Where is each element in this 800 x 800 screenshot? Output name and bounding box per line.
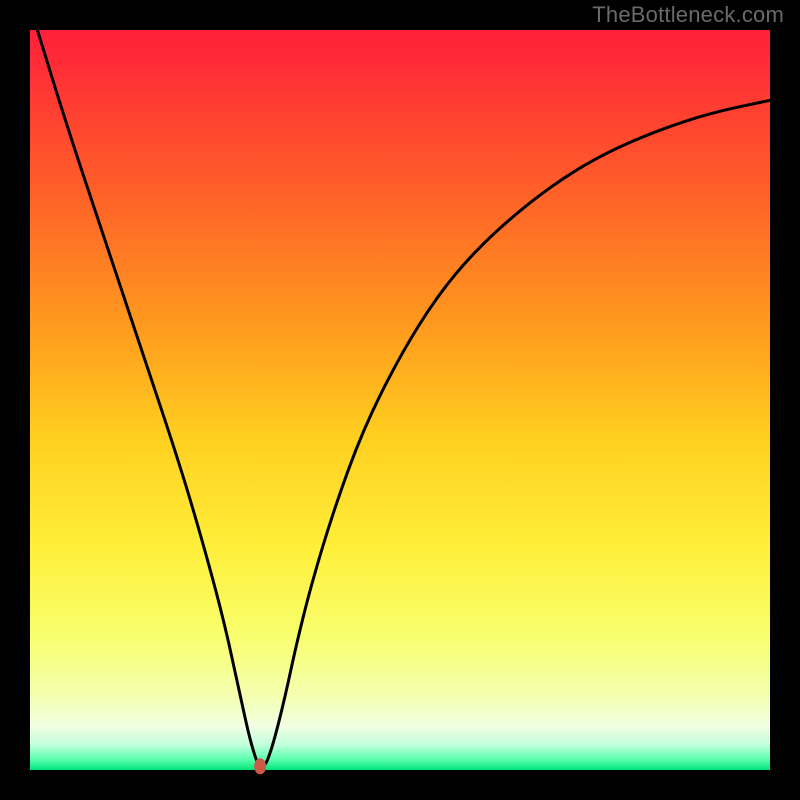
bottleneck-chart <box>0 0 800 800</box>
chart-background <box>30 30 770 770</box>
chart-frame: TheBottleneck.com <box>0 0 800 800</box>
optimal-point <box>254 758 266 774</box>
